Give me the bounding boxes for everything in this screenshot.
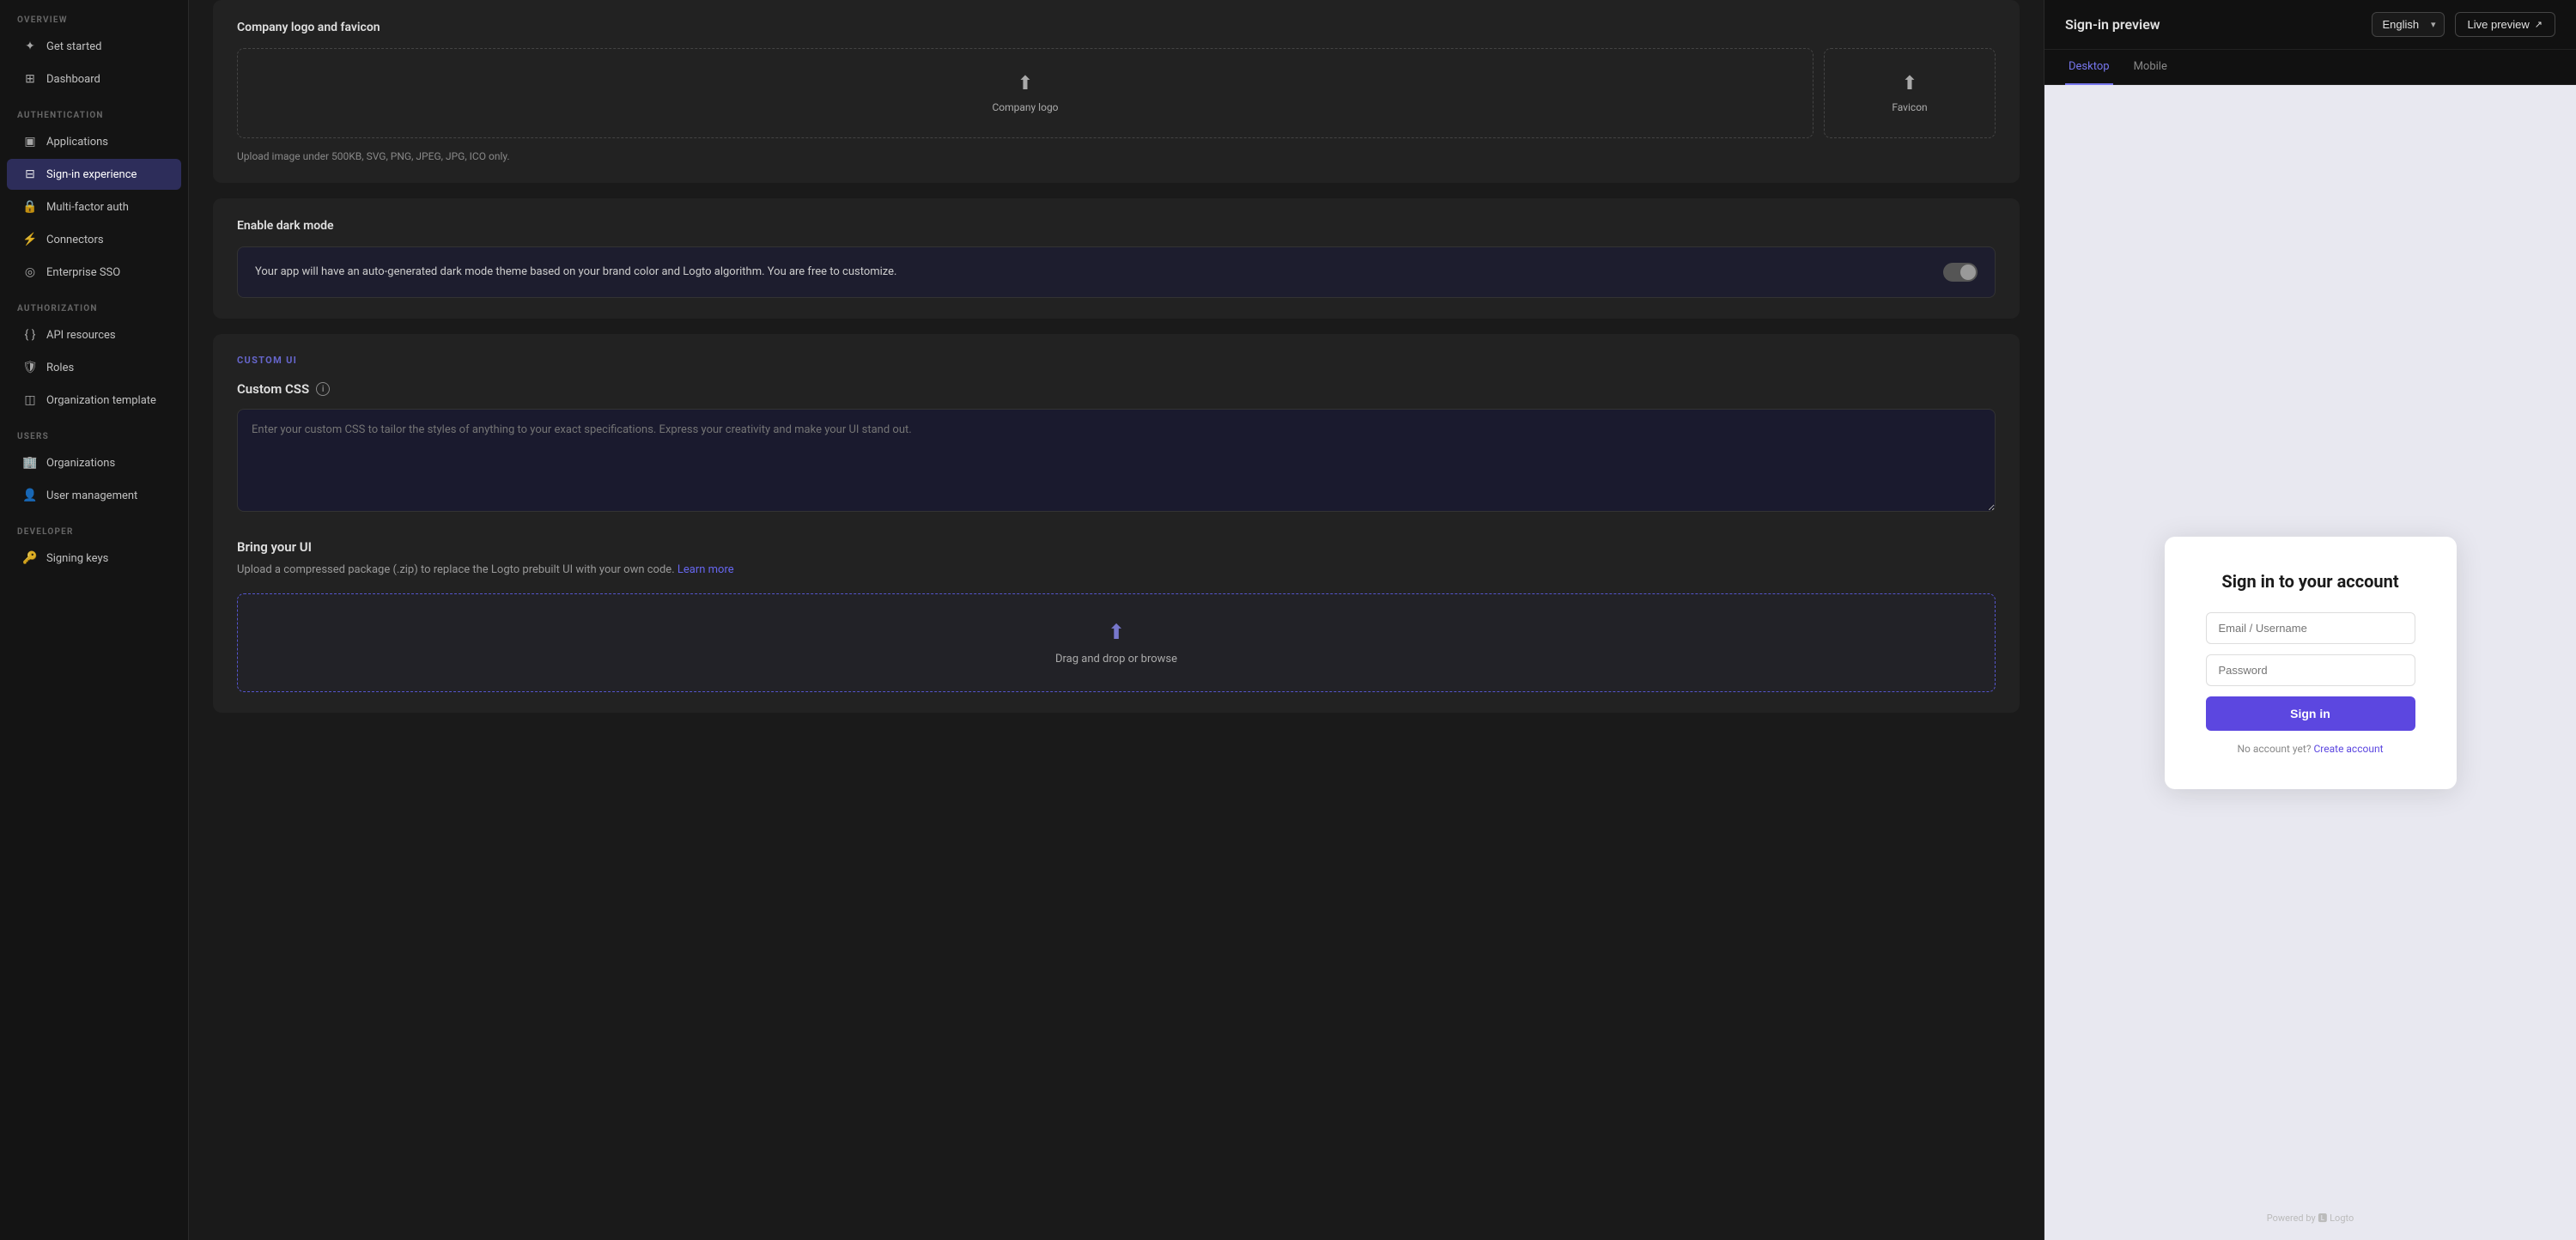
custom-ui-section: CUSTOM UI Custom CSS i Bring your UI Upl…: [213, 334, 2020, 713]
sidebar-item-api-resources[interactable]: { } API resources: [7, 319, 181, 350]
sidebar-item-label-api-resources: API resources: [46, 329, 116, 342]
sidebar-item-applications[interactable]: ▣ Applications: [7, 126, 181, 157]
custom-css-textarea[interactable]: [237, 409, 1996, 512]
password-input[interactable]: [2206, 654, 2415, 686]
sidebar-item-get-started[interactable]: ✦ Get started: [7, 31, 181, 62]
plug-icon: ⚡: [22, 232, 38, 247]
preview-tabs: Desktop Mobile: [2044, 50, 2576, 85]
company-logo-upload[interactable]: ⬆ Company logo: [237, 48, 1814, 138]
dark-mode-title: Enable dark mode: [237, 219, 1996, 233]
lock-icon: 🔒: [22, 199, 38, 215]
sidebar-section-developer: DEVELOPER: [0, 512, 188, 542]
file-dropzone[interactable]: ⬆ Drag and drop or browse: [237, 593, 1996, 692]
main-content: Company logo and favicon ⬆ Company logo …: [189, 0, 2044, 1240]
logo-favicon-title: Company logo and favicon: [237, 21, 1996, 34]
live-preview-button[interactable]: Live preview ↗: [2455, 12, 2555, 37]
sign-in-footer: No account yet? Create account: [2206, 743, 2415, 755]
key-icon: 🔑: [22, 550, 38, 566]
layout-icon: ⊟: [22, 167, 38, 182]
dark-mode-toggle[interactable]: [1943, 263, 1978, 282]
sidebar-section-users: USERS: [0, 416, 188, 447]
learn-more-link[interactable]: Learn more: [677, 563, 734, 576]
dropzone-icon: ⬆: [1108, 620, 1125, 644]
language-selector-wrap: English 中文 日本語 한국어: [2372, 12, 2445, 37]
sidebar-item-label-enterprise-sso: Enterprise SSO: [46, 266, 120, 279]
sidebar-item-roles[interactable]: 🛡 Roles: [7, 352, 181, 383]
preview-title: Sign-in preview: [2065, 16, 2160, 33]
template-icon: ◫: [22, 392, 38, 408]
create-account-link[interactable]: Create account: [2313, 743, 2383, 755]
sidebar-item-enterprise-sso[interactable]: ◎ Enterprise SSO: [7, 257, 181, 288]
dropzone-text: Drag and drop or browse: [1055, 653, 1177, 666]
dark-mode-toggle-row: Your app will have an auto-generated dar…: [237, 246, 1996, 298]
logo-favicon-section: Company logo and favicon ⬆ Company logo …: [213, 0, 2020, 183]
bring-ui-title: Bring your UI: [237, 539, 1996, 555]
sign-in-card: Sign in to your account Sign in No accou…: [2165, 537, 2457, 789]
right-panel-header: Sign-in preview English 中文 日本語 한국어 Live …: [2044, 0, 2576, 50]
sidebar-item-label-roles: Roles: [46, 362, 74, 374]
sidebar-item-signing-keys[interactable]: 🔑 Signing keys: [7, 543, 181, 574]
dark-mode-section: Enable dark mode Your app will have an a…: [213, 198, 2020, 319]
sidebar-item-dashboard[interactable]: ⊞ Dashboard: [7, 64, 181, 94]
live-preview-label: Live preview: [2468, 18, 2530, 31]
star-icon: ✦: [22, 39, 38, 54]
custom-css-title: Custom CSS: [237, 381, 309, 397]
company-logo-label: Company logo: [992, 101, 1058, 113]
sidebar-section-authentication: AUTHENTICATION: [0, 95, 188, 125]
powered-by: Powered by 🅻 Logto: [2267, 1211, 2354, 1225]
sign-in-button[interactable]: Sign in: [2206, 696, 2415, 731]
sign-in-card-title: Sign in to your account: [2206, 571, 2415, 592]
tab-desktop[interactable]: Desktop: [2065, 50, 2113, 85]
building-icon: 🏢: [22, 455, 38, 471]
code-icon: { }: [22, 327, 38, 343]
external-link-icon: ↗: [2535, 19, 2543, 30]
user-icon: 👤: [22, 488, 38, 503]
sidebar-item-label-applications: Applications: [46, 136, 108, 149]
sidebar-item-label-connectors: Connectors: [46, 234, 104, 246]
toggle-knob: [1960, 264, 1976, 280]
tab-mobile[interactable]: Mobile: [2130, 50, 2171, 85]
sidebar-item-organizations[interactable]: 🏢 Organizations: [7, 447, 181, 478]
sidebar-item-multi-factor-auth[interactable]: 🔒 Multi-factor auth: [7, 191, 181, 222]
sidebar-item-label-organizations: Organizations: [46, 457, 115, 470]
sidebar-section-overview: OVERVIEW: [0, 0, 188, 30]
upload-icon: ⬆: [1018, 73, 1033, 94]
custom-css-info-icon[interactable]: i: [316, 382, 330, 396]
upload-hint: Upload image under 500KB, SVG, PNG, JPEG…: [237, 150, 1996, 162]
sidebar-item-user-management[interactable]: 👤 User management: [7, 480, 181, 511]
preview-area: Sign in to your account Sign in No accou…: [2044, 85, 2576, 1240]
logo-favicon-row: ⬆ Company logo ⬆ Favicon: [237, 48, 1996, 138]
sidebar-item-connectors[interactable]: ⚡ Connectors: [7, 224, 181, 255]
sidebar: OVERVIEW ✦ Get started ⊞ Dashboard AUTHENTICA…: [0, 0, 189, 1240]
sidebar-item-sign-in-experience[interactable]: ⊟ Sign-in experience: [7, 159, 181, 190]
dark-mode-description: Your app will have an auto-generated dar…: [255, 264, 896, 281]
right-panel: Sign-in preview English 中文 日本語 한국어 Live …: [2044, 0, 2576, 1240]
sidebar-item-label-get-started: Get started: [46, 40, 101, 53]
email-username-input[interactable]: [2206, 612, 2415, 644]
preview-inner: Sign in to your account Sign in No accou…: [2044, 85, 2576, 1240]
header-controls: English 中文 日本語 한국어 Live preview ↗: [2372, 12, 2555, 37]
sidebar-item-label-dashboard: Dashboard: [46, 73, 100, 86]
language-selector[interactable]: English 中文 日本語 한국어: [2372, 12, 2445, 37]
sidebar-item-organization-template[interactable]: ◫ Organization template: [7, 385, 181, 416]
no-account-text: No account yet?: [2237, 743, 2311, 755]
favicon-label: Favicon: [1892, 101, 1927, 113]
sidebar-item-label-organization-template: Organization template: [46, 394, 156, 407]
bring-ui-container: Bring your UI Upload a compressed packag…: [237, 539, 1996, 692]
sidebar-item-label-multi-factor-auth: Multi-factor auth: [46, 201, 129, 214]
sidebar-section-authorization: AUTHORIZATION: [0, 289, 188, 319]
favicon-upload[interactable]: ⬆ Favicon: [1824, 48, 1996, 138]
shield-icon: 🛡: [22, 360, 38, 375]
bring-ui-desc: Upload a compressed package (.zip) to re…: [237, 562, 1996, 580]
custom-ui-label: CUSTOM UI: [237, 355, 1996, 366]
sidebar-item-label-user-management: User management: [46, 489, 137, 502]
sidebar-item-label-signing-keys: Signing keys: [46, 552, 108, 565]
grid-icon: ⊞: [22, 71, 38, 87]
rss-icon: ◎: [22, 264, 38, 280]
favicon-upload-icon: ⬆: [1902, 73, 1917, 94]
window-icon: ▣: [22, 134, 38, 149]
sidebar-item-label-sign-in-experience: Sign-in experience: [46, 168, 137, 181]
custom-css-header: Custom CSS i: [237, 381, 1996, 397]
